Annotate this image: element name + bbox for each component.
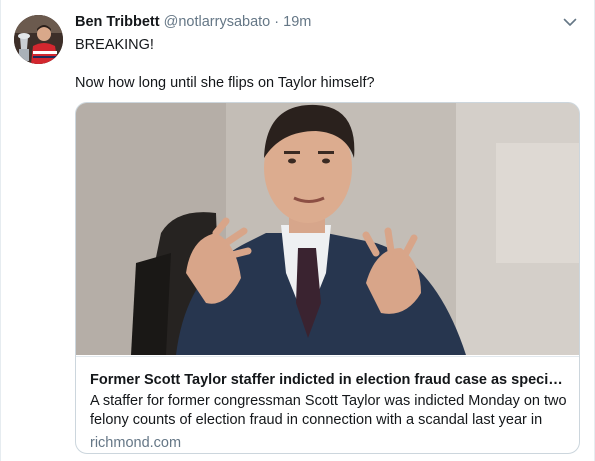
card-title[interactable]: Former Scott Taylor staffer indicted in …	[90, 371, 567, 390]
avatar[interactable]	[14, 15, 63, 64]
author-name[interactable]: Ben Tribbett	[75, 14, 160, 30]
tweet-header: Ben Tribbett @notlarrysabato · 19m	[75, 12, 574, 32]
tweet-line: BREAKING!	[75, 37, 154, 53]
card-domain[interactable]: richmond.com	[90, 434, 181, 453]
tweet-line: Now how long until she flips on Taylor h…	[75, 75, 375, 91]
card-body: Former Scott Taylor staffer indicted in …	[76, 356, 579, 453]
avatar-image	[14, 15, 63, 64]
chevron-down-icon[interactable]	[562, 14, 578, 30]
separator-dot: ·	[274, 14, 280, 30]
timestamp[interactable]: 19m	[283, 14, 311, 30]
tweet[interactable]: Ben Tribbett @notlarrysabato · 19m BREAK…	[0, 0, 595, 461]
card-image	[76, 103, 579, 355]
author-handle[interactable]: @notlarrysabato	[164, 14, 271, 30]
tweet-text: BREAKING! Now how long until she flips o…	[75, 36, 574, 93]
card-description: A staffer for former congressman Scott T…	[90, 393, 567, 428]
link-card[interactable]: Former Scott Taylor staffer indicted in …	[75, 102, 580, 454]
